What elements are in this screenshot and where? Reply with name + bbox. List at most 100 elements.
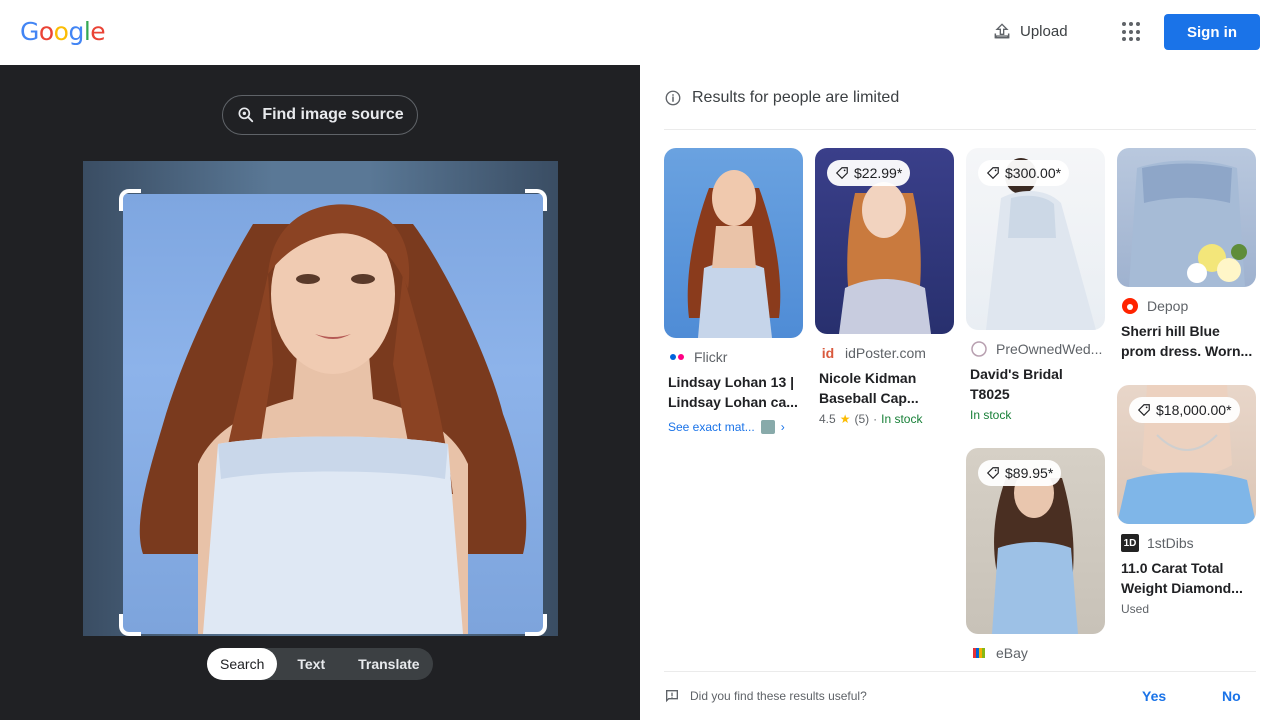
query-image-crop[interactable] [123,194,543,634]
result-title[interactable]: 11.0 Carat Total Weight Diamond... [1121,558,1256,598]
top-header: Google Upload Sign in [0,0,1280,65]
upload-icon [994,23,1010,39]
source-name: 1stDibs [1147,535,1194,551]
people-results-notice: Results for people are limited [664,89,899,107]
result-source: Flickr [668,348,803,366]
feedback-question: Did you find these results useful? [690,689,867,703]
source-name: idPoster.com [845,345,926,361]
crop-handle-top-left[interactable] [119,189,141,211]
price-tag-icon [835,167,848,180]
mode-text-tab[interactable]: Text [277,648,345,680]
find-image-source-button[interactable]: Find image source [222,95,418,135]
result-thumbnail[interactable]: $22.99* [815,148,954,334]
preownedwed-icon [970,340,988,358]
price-value: $22.99* [854,165,903,181]
result-card[interactable]: $89.95* eBay [966,448,1105,662]
mode-translate-tab[interactable]: Translate [345,648,432,680]
title-line: Sherri hill Blue [1121,323,1220,339]
crop-handle-top-right[interactable] [525,189,547,211]
title-line: T8025 [970,386,1010,402]
condition-row: Used [1121,602,1256,616]
see-exact-matches-link[interactable]: See exact mat... › [668,420,803,434]
flickr-icon [668,348,686,366]
result-card[interactable]: $300.00* PreOwnedWed... David's Bridal T… [966,148,1105,422]
result-card[interactable]: $18,000.00* 1D 1stDibs 11.0 Carat Total … [1117,385,1256,616]
title-line: Lindsay Lohan ca... [668,394,798,410]
logo-letter: G [20,17,39,46]
exact-matches-label: See exact mat... [668,420,755,434]
result-title[interactable]: Nicole Kidman Baseball Cap... [819,368,954,408]
title-line: Lindsay Lohan 13 | [668,374,795,390]
stock-status: In stock [881,412,923,426]
title-line: Baseball Cap... [819,390,919,406]
price-tag-icon [986,467,999,480]
google-logo[interactable]: Google [20,17,106,47]
stock-row: In stock [970,408,1105,422]
title-line: prom dress. Worn... [1121,343,1253,359]
mode-search-tab[interactable]: Search [207,648,278,680]
crop-handle-bottom-right[interactable] [525,614,547,636]
source-name: PreOwnedWed... [996,341,1103,357]
stock-status: In stock [970,408,1012,422]
result-thumbnail[interactable]: $300.00* [966,148,1105,330]
result-source: eBay [970,644,1105,662]
find-image-source-label: Find image source [262,106,404,123]
result-card[interactable]: $22.99* id idPoster.com Nicole Kidman Ba… [815,148,954,426]
feedback-yes-button[interactable]: Yes [1142,688,1166,704]
title-line: David's Bridal [970,366,1063,382]
result-source: PreOwnedWed... [970,340,1105,358]
result-card[interactable]: Depop Sherri hill Blue prom dress. Worn.… [1117,148,1256,361]
rating-value: 4.5 [819,412,836,426]
upload-label: Upload [1020,22,1068,40]
source-name: Flickr [694,349,728,365]
condition-value: Used [1121,602,1150,616]
result-title[interactable]: Lindsay Lohan 13 | Lindsay Lohan ca... [668,372,803,412]
result-thumbnail[interactable]: $18,000.00* [1117,385,1256,524]
price-badge: $22.99* [827,160,911,186]
price-badge: $300.00* [978,160,1070,186]
visual-matches-panel: Results for people are limited Flickr Li… [640,65,1280,720]
result-title[interactable]: Sherri hill Blue prom dress. Worn... [1121,321,1256,361]
info-icon [665,90,681,106]
result-title[interactable]: David's Bridal T8025 [970,364,1105,404]
lens-search-icon [238,107,254,123]
lens-mode-switcher: Search Text Translate [207,648,433,680]
logo-letter: o [53,17,69,46]
result-thumbnail[interactable] [664,148,803,338]
result-source: 1D 1stDibs [1121,534,1256,552]
title-line: Weight Diamond... [1121,580,1243,596]
logo-letter: o [38,17,54,46]
price-value: $89.95* [1005,465,1054,481]
source-name: eBay [996,645,1028,661]
logo-letter: g [68,17,84,46]
upload-button[interactable]: Upload [992,21,1068,41]
source-name: Depop [1147,298,1189,314]
chevron-right-icon: › [780,420,785,434]
result-thumbnail[interactable] [1117,148,1256,287]
feedback-bar: Did you find these results useful? Yes N… [664,671,1256,720]
price-badge: $18,000.00* [1129,397,1240,423]
feedback-icon [666,690,678,703]
sign-in-button[interactable]: Sign in [1164,14,1260,50]
result-card[interactable]: Flickr Lindsay Lohan 13 | Lindsay Lohan … [664,148,803,434]
price-tag-icon [986,167,999,180]
rating-row: 4.5 ★ (5) · In stock [819,412,954,426]
title-line: 11.0 Carat Total [1121,560,1224,576]
notice-text: Results for people are limited [692,89,900,106]
lens-image-panel: Find image source Search Text Translate [0,65,640,720]
logo-letter: e [90,17,106,46]
divider [664,129,1256,130]
result-thumbnail[interactable]: $89.95* [966,448,1105,634]
query-image [83,161,558,636]
separator-dot: · [873,412,878,426]
result-source: Depop [1121,297,1256,315]
price-value: $300.00* [1005,165,1062,181]
price-badge: $89.95* [978,460,1062,486]
google-apps-icon[interactable] [1120,20,1144,44]
price-value: $18,000.00* [1156,402,1232,418]
idposter-icon: id [821,345,835,361]
crop-handle-bottom-left[interactable] [119,614,141,636]
review-count: (5) [854,412,870,426]
feedback-no-button[interactable]: No [1222,688,1241,704]
woman-in-dress-picture [139,204,527,634]
